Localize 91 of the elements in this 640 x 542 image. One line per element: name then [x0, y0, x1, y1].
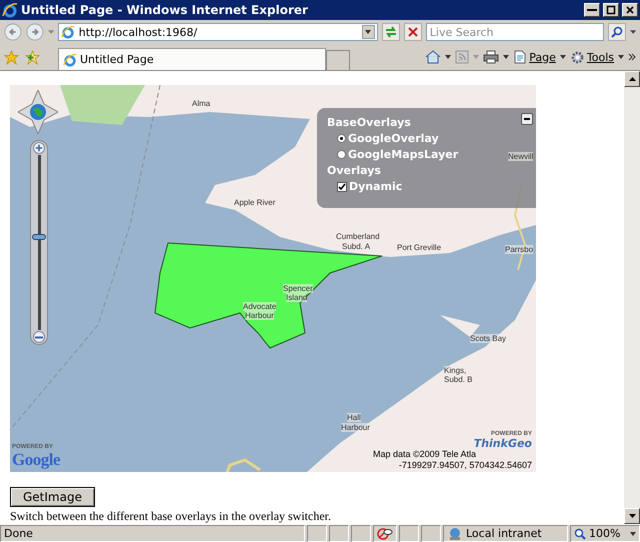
down-arrow-icon [628, 514, 636, 518]
get-image-button[interactable]: GetImage [10, 487, 95, 507]
google-logo: Google [12, 450, 60, 470]
scroll-down-button[interactable] [624, 508, 640, 524]
star-icon[interactable] [4, 50, 19, 64]
caret-icon[interactable] [445, 55, 452, 59]
refresh-button[interactable] [382, 23, 400, 41]
chevron-icon[interactable] [628, 53, 636, 61]
caret-icon[interactable] [618, 55, 624, 59]
plus-icon [35, 144, 43, 152]
caret-icon [365, 30, 372, 34]
check-icon [338, 182, 346, 190]
caret-icon [630, 532, 636, 536]
printer-icon[interactable] [483, 50, 500, 64]
caret-icon[interactable] [560, 55, 566, 59]
minimize-panel-button[interactable] [521, 113, 533, 125]
map-attribution: Map data ©2009 Tele Atla [372, 449, 476, 459]
map-place-label: Subd. A [342, 242, 370, 251]
close-icon [625, 5, 635, 15]
zoom-out-button[interactable] [33, 331, 45, 343]
zoom-level-button[interactable]: 100% [570, 525, 640, 542]
caret-icon[interactable] [503, 55, 510, 59]
back-button[interactable] [4, 22, 22, 42]
map-place-label: Parrsbo [505, 245, 534, 254]
minus-icon [35, 336, 43, 338]
up-arrow-icon [628, 77, 636, 81]
refresh-icon [384, 26, 398, 38]
zoom-slider-thumb[interactable] [32, 234, 46, 240]
window-title: Untitled Page - Windows Internet Explorer [21, 3, 309, 17]
status-pane [351, 525, 371, 542]
map-place-label: Scots Bay [470, 334, 506, 343]
ie-page-icon [63, 52, 77, 66]
zoom-in-button[interactable] [33, 142, 45, 154]
maximize-icon [606, 5, 616, 15]
status-text: Done [0, 525, 305, 542]
caret-icon[interactable] [630, 30, 636, 34]
browser-tab[interactable]: Untitled Page [58, 48, 326, 70]
maximize-button[interactable] [603, 3, 619, 17]
map-place-label: Kings, [444, 366, 466, 375]
page-icon [513, 50, 528, 64]
zoom-slider[interactable] [30, 140, 48, 345]
dropdown-button[interactable] [362, 25, 375, 39]
map-place-label: Subd. B [444, 375, 472, 384]
map-place-label: Cumberland [336, 232, 380, 241]
privacy-icon[interactable] [377, 527, 393, 540]
status-pane [329, 525, 349, 542]
layer-label: Dynamic [349, 180, 402, 193]
section-heading: BaseOverlays [327, 116, 412, 129]
map-place-label: Hall [347, 413, 361, 422]
add-favorite-icon[interactable] [25, 50, 40, 64]
radio-button[interactable] [337, 134, 346, 143]
command-menu[interactable]: Tools [570, 50, 614, 64]
pan-control-icon[interactable] [18, 90, 58, 134]
map-place-label: Island [286, 293, 308, 302]
gear-icon [570, 50, 585, 64]
map-place-label: Spencer [283, 284, 313, 293]
layer-label: GoogleMapsLayer [348, 148, 458, 161]
map-place-label: Apple River [234, 198, 276, 207]
forward-button[interactable] [26, 22, 44, 42]
map-place-label: Alma [192, 99, 210, 108]
map-place-label: Advocate [243, 302, 276, 311]
description-text: Switch between the different base overlays in the overlay switcher. [10, 509, 332, 524]
stop-button[interactable] [404, 23, 422, 41]
map-place-label: Harbour [245, 311, 274, 320]
magnifier-icon [574, 528, 586, 540]
checkbox[interactable] [337, 182, 347, 192]
map-place-label: Harbour [341, 423, 370, 432]
layer-label: GoogleOverlay [348, 132, 439, 145]
status-pane [399, 525, 419, 542]
command-menu[interactable]: Page [513, 50, 556, 64]
home-icon[interactable] [425, 50, 442, 64]
search-button[interactable] [608, 23, 626, 41]
radio-button[interactable] [337, 150, 346, 159]
minimize-button[interactable] [584, 3, 600, 17]
scrollbar[interactable] [624, 71, 640, 524]
ie-logo-icon [2, 2, 18, 18]
search-field[interactable]: Live Search [426, 23, 604, 41]
status-pane [307, 525, 327, 542]
scroll-up-button[interactable] [624, 71, 640, 87]
minimize-icon [587, 9, 597, 11]
address-field[interactable]: http://localhost:1968/ [58, 23, 378, 41]
zone-label: Local intranet [466, 527, 542, 540]
mouse-coordinates: -7199297.94507, 5704342.54607 [398, 460, 532, 470]
search-icon [610, 26, 623, 38]
section-heading: Overlays [327, 164, 382, 177]
map-place-label: Port Greville [397, 243, 442, 252]
status-pane [421, 525, 441, 542]
ie-page-icon [60, 25, 75, 39]
close-button[interactable] [622, 3, 638, 17]
thinkgeo-logo: ThinkGeo [474, 437, 532, 450]
close-icon [408, 27, 418, 37]
